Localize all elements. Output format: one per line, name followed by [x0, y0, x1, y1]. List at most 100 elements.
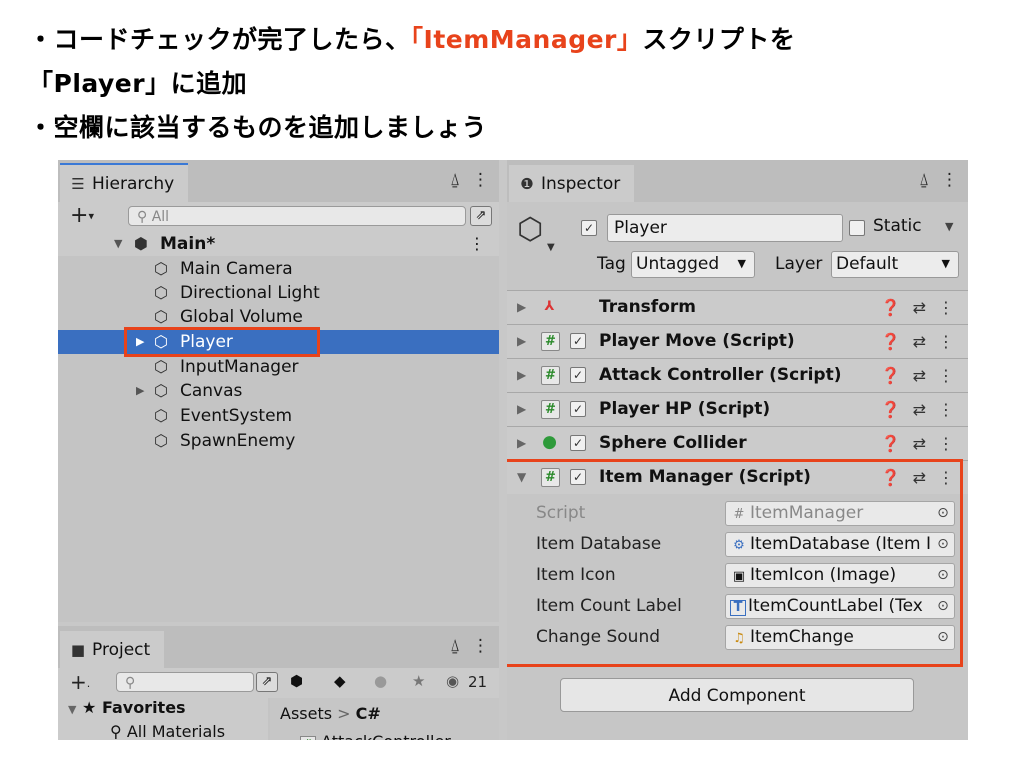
gameobject-cube-icon: ⬡	[154, 259, 168, 278]
preset-icon[interactable]: ⇄	[913, 298, 926, 317]
expand-arrow-icon[interactable]: ▼	[114, 232, 122, 256]
visibility-eye-icon[interactable]: ◉	[446, 672, 459, 690]
help-icon[interactable]: ❓	[881, 366, 901, 385]
icon-dropdown-arrow-icon[interactable]: ▼	[547, 242, 555, 253]
hierarchy-item[interactable]: ⬡ SpawnEnemy	[58, 429, 499, 453]
help-icon[interactable]: ❓	[881, 400, 901, 419]
active-checkbox[interactable]: ✓	[581, 220, 597, 236]
info-icon[interactable]: ●	[374, 672, 387, 690]
tab-inspector[interactable]: ❶ Inspector	[509, 163, 635, 202]
component-enabled-checkbox[interactable]: ✓	[570, 367, 586, 383]
hierarchy-tabbar: ☰ Hierarchy ⍙ ⋮	[58, 160, 499, 202]
component-name: Attack Controller (Script)	[599, 365, 842, 385]
favorites-row[interactable]: ▼ ★ Favorites	[68, 698, 186, 717]
component-menu-icon[interactable]: ⋮	[938, 400, 954, 419]
component-enabled-checkbox[interactable]: ✓	[570, 435, 586, 451]
expand-arrow-icon[interactable]: ▼	[68, 703, 76, 716]
breadcrumb-assets[interactable]: Assets	[280, 704, 332, 723]
component-menu-icon[interactable]: ⋮	[938, 366, 954, 385]
hierarchy-item[interactable]: ▶ ⬡ Canvas	[58, 379, 499, 403]
more-menu-icon[interactable]: ⋮	[472, 170, 489, 190]
search-placeholder: All	[151, 209, 170, 225]
fold-arrow-icon[interactable]: ▶	[517, 291, 526, 324]
csharp-script-icon: #	[541, 332, 560, 351]
hierarchy-item[interactable]: ⬡ Global Volume	[58, 305, 499, 329]
object-name-field[interactable]: Player	[607, 214, 843, 242]
component-sphere-collider[interactable]: ▶ ● ✓ Sphere Collider ❓ ⇄ ⋮	[507, 426, 968, 460]
more-menu-icon[interactable]: ⋮	[472, 636, 489, 656]
scene-row[interactable]: ▼ ⬢ Main* ⋮	[58, 232, 499, 256]
gameobject-icon[interactable]: ⬡	[517, 212, 543, 247]
expand-arrow-icon[interactable]: ▶	[136, 379, 144, 403]
fold-arrow-icon[interactable]: ▶	[517, 359, 526, 392]
filter-by-label-icon[interactable]: ◆	[334, 672, 346, 690]
component-name: Transform	[599, 297, 696, 317]
component-menu-icon[interactable]: ⋮	[938, 298, 954, 317]
scene-name: Main*	[160, 234, 216, 254]
more-menu-icon[interactable]: ⋮	[941, 170, 958, 190]
preset-icon[interactable]: ⇄	[913, 434, 926, 453]
tag-value: Untagged	[636, 254, 720, 274]
static-dropdown-icon[interactable]: ▼	[945, 220, 953, 233]
scene-menu-icon[interactable]: ⋮	[469, 232, 485, 256]
hierarchy-search-input[interactable]: ⚲ All	[128, 206, 466, 226]
help-icon[interactable]: ❓	[881, 332, 901, 351]
instruction-line-2: 「Player」に追加	[28, 69, 248, 98]
hierarchy-item-label: SpawnEnemy	[180, 431, 296, 451]
hierarchy-toolbar: +▾ ⚲ All ⇗	[58, 202, 499, 232]
component-player-hp[interactable]: ▶ # ✓ Player HP (Script) ❓ ⇄ ⋮	[507, 392, 968, 426]
layer-dropdown[interactable]: Default ▼	[831, 251, 959, 278]
search-icon: ⚲	[110, 722, 122, 740]
unity-scene-icon: ⬢	[134, 234, 148, 253]
create-button[interactable]: +.	[70, 670, 90, 694]
lock-icon[interactable]: ⍙	[919, 170, 929, 190]
hierarchy-item[interactable]: ⬡ EventSystem	[58, 404, 499, 428]
tab-label: Inspector	[541, 174, 621, 194]
layer-label: Layer	[775, 254, 823, 274]
component-player-move[interactable]: ▶ # ✓ Player Move (Script) ❓ ⇄ ⋮	[507, 324, 968, 358]
component-menu-icon[interactable]: ⋮	[938, 332, 954, 351]
component-transform[interactable]: ▶ ⅄ Transform ❓ ⇄ ⋮	[507, 290, 968, 324]
search-options-button[interactable]: ⇗	[256, 672, 278, 692]
project-panel: ■ Project ⍙ ⋮ +. ⚲ ⇗ ⬢ ◆ ● ★ ◉ 21 ▼ ★ Favo…	[58, 626, 499, 740]
component-menu-icon[interactable]: ⋮	[938, 434, 954, 453]
hierarchy-item[interactable]: ⬡ Main Camera	[58, 257, 499, 281]
hierarchy-item[interactable]: ⬡ InputManager	[58, 355, 499, 379]
preset-icon[interactable]: ⇄	[913, 400, 926, 419]
item-manager-highlight-box	[507, 459, 963, 667]
list-icon: ☰	[71, 175, 85, 193]
fold-arrow-icon[interactable]: ▶	[517, 325, 526, 358]
project-search-input[interactable]: ⚲	[116, 672, 254, 692]
csharp-script-icon: #	[541, 400, 560, 419]
breadcrumb-current-folder[interactable]: C#	[356, 704, 381, 723]
help-icon[interactable]: ❓	[881, 298, 901, 317]
lock-icon[interactable]: ⍙	[450, 170, 460, 190]
component-attack-controller[interactable]: ▶ # ✓ Attack Controller (Script) ❓ ⇄ ⋮	[507, 358, 968, 392]
tab-project[interactable]: ■ Project	[60, 629, 165, 668]
asset-row[interactable]: # AttackController	[300, 732, 451, 740]
tag-dropdown[interactable]: Untagged ▼	[631, 251, 755, 278]
favorites-label: Favorites	[101, 698, 186, 717]
hierarchy-item[interactable]: ⬡ Directional Light	[58, 281, 499, 305]
fold-arrow-icon[interactable]: ▶	[517, 427, 526, 460]
filter-by-type-icon[interactable]: ⬢	[290, 672, 303, 690]
search-icon: ⚲	[125, 675, 136, 691]
preset-icon[interactable]: ⇄	[913, 366, 926, 385]
inspector-panel: ❶ Inspector ⍙ ⋮ ⬡ ▼ ✓ Player Static ▼ Tag …	[507, 160, 968, 740]
hierarchy-item-label: InputManager	[180, 357, 299, 377]
static-checkbox[interactable]	[849, 220, 865, 236]
create-button[interactable]: +▾	[70, 203, 94, 228]
instruction-line-1: ・コードチェックが完了したら、「ItemManager」スクリプトを	[28, 20, 795, 56]
star-icon: ★	[82, 698, 97, 717]
favorite-star-icon[interactable]: ★	[412, 672, 425, 690]
tab-hierarchy[interactable]: ☰ Hierarchy	[60, 163, 189, 202]
component-enabled-checkbox[interactable]: ✓	[570, 401, 586, 417]
help-icon[interactable]: ❓	[881, 434, 901, 453]
fold-arrow-icon[interactable]: ▶	[517, 393, 526, 426]
component-enabled-checkbox[interactable]: ✓	[570, 333, 586, 349]
add-component-button[interactable]: Add Component	[560, 678, 914, 712]
preset-icon[interactable]: ⇄	[913, 332, 926, 351]
all-materials-row[interactable]: ⚲ All Materials	[110, 722, 225, 740]
lock-icon[interactable]: ⍙	[450, 636, 460, 656]
search-options-button[interactable]: ⇗	[470, 206, 492, 226]
